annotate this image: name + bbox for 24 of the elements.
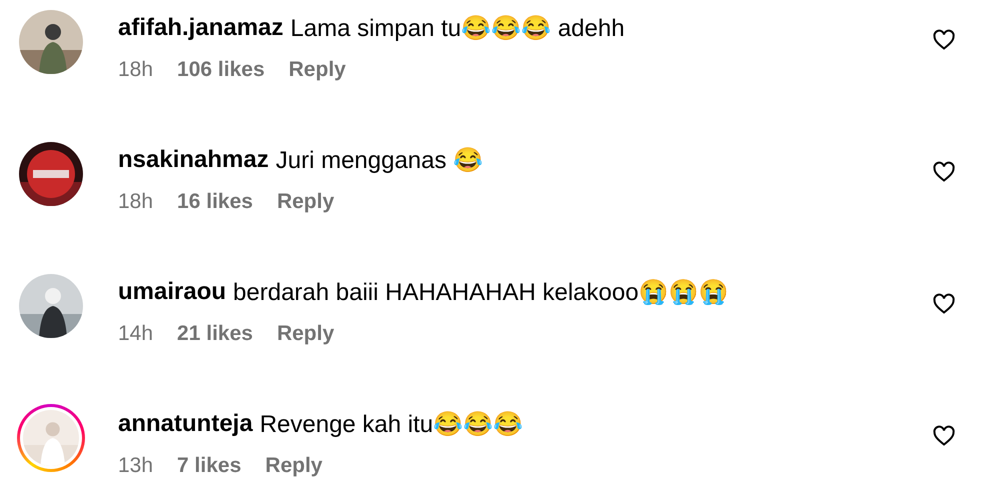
timestamp: 18h (118, 190, 154, 214)
heart-icon[interactable] (932, 28, 956, 52)
timestamp: 14h (118, 322, 154, 346)
username[interactable]: nsakinahmaz (118, 146, 269, 175)
heart-icon[interactable] (932, 160, 956, 184)
likes-count[interactable]: 16 likes (177, 190, 253, 214)
comment-text: Revenge kah itu😂😂😂 (260, 410, 524, 439)
likes-count[interactable]: 21 likes (177, 322, 253, 346)
comment-text: Lama simpan tu😂😂😂 adehh (290, 14, 625, 43)
reply-button[interactable]: Reply (276, 190, 334, 214)
likes-count[interactable]: 106 likes (177, 58, 265, 82)
likes-count[interactable]: 7 likes (177, 454, 242, 478)
reply-button[interactable]: Reply (265, 454, 322, 478)
reply-button[interactable]: Reply (288, 58, 346, 82)
timestamp: 13h (118, 454, 154, 478)
comment-text: berdarah baiii HAHAHAHAH kelakooo😭😭😭 (233, 278, 729, 307)
username[interactable]: umairaou (118, 278, 226, 307)
timestamp: 18h (118, 58, 154, 82)
heart-icon[interactable] (932, 424, 956, 448)
reply-button[interactable]: Reply (276, 322, 334, 346)
username[interactable]: annatunteja (118, 410, 253, 439)
username[interactable]: afifah.janamaz (118, 14, 284, 43)
comment-text: Juri mengganas 😂 (276, 146, 484, 175)
heart-icon[interactable] (932, 292, 956, 316)
